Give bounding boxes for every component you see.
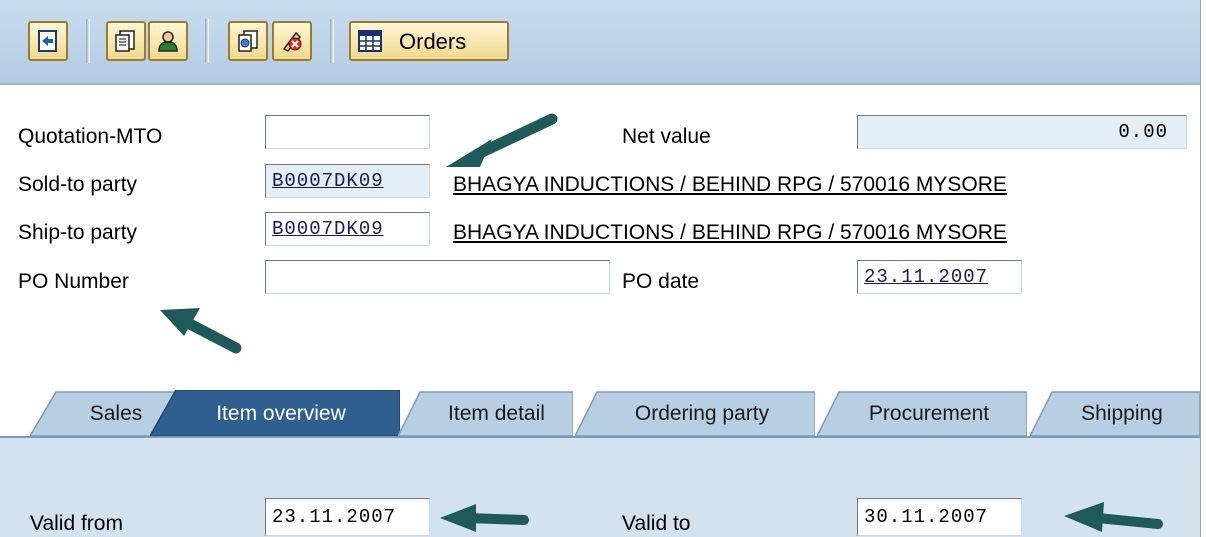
ship-to-address: BHAGYA INDUCTIONS / BEHIND RPG / 570016 … <box>453 221 1007 244</box>
annotation-arrow-icon <box>1064 502 1163 532</box>
delete-edit-icon <box>282 31 302 52</box>
net-value-field[interactable]: 0.00 <box>857 115 1187 149</box>
document-flow-button[interactable] <box>228 21 268 61</box>
valid-from-input[interactable]: 23.11.2007 <box>265 498 430 536</box>
net-value-amount: 0.00 <box>1118 121 1168 143</box>
tab-ordering-party[interactable]: Ordering party <box>575 390 815 436</box>
document-flow-icon <box>238 30 258 52</box>
tab-item-detail[interactable]: Item detail <box>398 390 573 436</box>
toolbar-separator <box>205 19 209 63</box>
orders-button[interactable]: Orders <box>349 21 509 61</box>
table-grid-icon <box>358 30 382 52</box>
sold-to-label: Sold-to party <box>18 173 138 196</box>
po-number-label: PO Number <box>18 270 129 293</box>
partner-button[interactable] <box>148 21 188 61</box>
valid-from-label: Valid from <box>30 512 123 535</box>
valid-to-input[interactable]: 30.11.2007 <box>857 498 1022 536</box>
window-edge <box>1200 0 1206 537</box>
application-toolbar: Orders <box>0 0 1200 85</box>
ship-to-input[interactable]: B0007DK09 <box>265 212 430 246</box>
document-header-button[interactable] <box>106 21 146 61</box>
toolbar-separator <box>330 19 334 63</box>
tab-procurement[interactable]: Procurement <box>817 390 1027 436</box>
partner-person-icon <box>158 31 178 52</box>
annotation-arrow-icon <box>446 113 558 167</box>
sold-to-address: BHAGYA INDUCTIONS / BEHIND RPG / 570016 … <box>453 173 1007 196</box>
annotation-arrow-icon <box>160 308 242 354</box>
item-overview-panel: Valid from 23.11.2007 Valid to 30.11.200… <box>0 436 1200 537</box>
delete-button[interactable] <box>272 21 312 61</box>
po-date-input[interactable]: 23.11.2007 <box>857 260 1022 294</box>
quotation-label: Quotation-MTO <box>18 125 163 148</box>
annotation-arrow-icon <box>440 504 529 532</box>
ship-to-label: Ship-to party <box>18 221 138 244</box>
po-date-label: PO date <box>622 270 700 293</box>
po-number-input[interactable] <box>265 260 610 294</box>
document-header-icon <box>115 30 135 52</box>
tab-shipping[interactable]: Shipping <box>1030 390 1200 436</box>
display-document-button[interactable] <box>28 21 68 61</box>
sold-to-input[interactable]: B0007DK09 <box>265 164 430 198</box>
quotation-input[interactable] <box>265 115 430 149</box>
net-value-label: Net value <box>622 125 711 148</box>
display-document-icon <box>38 30 57 52</box>
orders-button-label: Orders <box>399 29 467 54</box>
toolbar-separator <box>86 19 90 63</box>
sales-document-window: Orders Quotation-MTO Net value 0.00 Sold… <box>0 0 1200 537</box>
tab-item-overview[interactable]: Item overview <box>150 390 400 436</box>
valid-to-label: Valid to <box>622 512 691 535</box>
